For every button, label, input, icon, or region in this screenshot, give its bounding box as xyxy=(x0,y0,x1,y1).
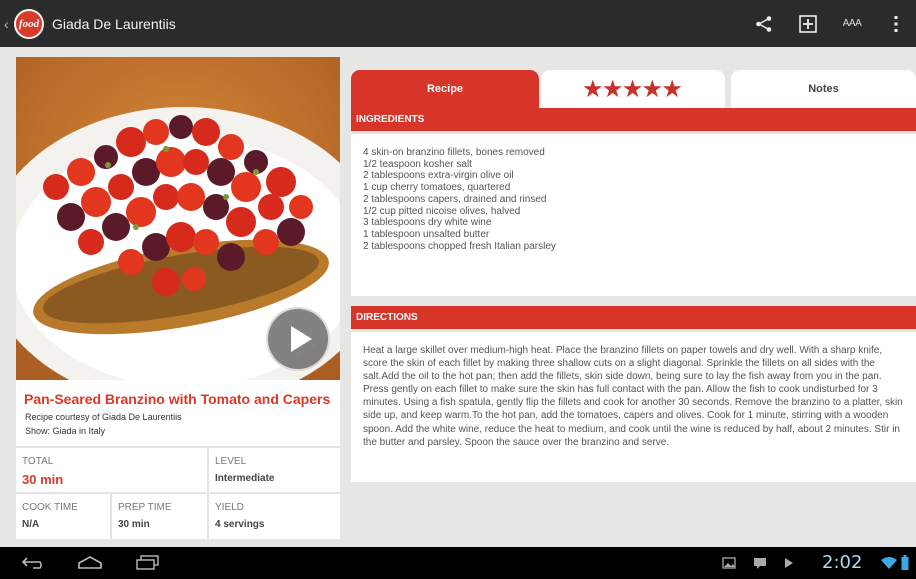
level-value: Intermediate xyxy=(215,473,275,484)
ingredient-item: 1/2 teaspoon kosher salt xyxy=(363,158,472,170)
play-video-button[interactable] xyxy=(266,307,330,371)
yield-value: 4 servings xyxy=(215,519,265,530)
share-icon[interactable] xyxy=(744,0,784,47)
ingredient-item: 1 tablespoon unsalted butter xyxy=(363,228,490,240)
cook-time-label: COOK TIME xyxy=(22,502,78,513)
logo-text: food xyxy=(18,17,40,30)
total-time-cell: TOTAL 30 min xyxy=(16,448,207,492)
yield-label: YIELD xyxy=(215,502,244,513)
usb-debug-icon xyxy=(781,555,797,571)
ingredient-item: 3 tablespoons dry white wine xyxy=(363,217,492,229)
add-box-icon[interactable] xyxy=(788,0,828,47)
home-icon[interactable] xyxy=(70,551,110,575)
back-icon[interactable] xyxy=(14,551,54,575)
prep-time-value: 30 min xyxy=(118,519,150,530)
ingredient-item: 4 skin-on branzino fillets, bones remove… xyxy=(363,147,545,158)
recipe-tabs: Recipe ★★★★★ Notes xyxy=(351,70,916,108)
ingredient-item: 2 tablespoons chopped fresh Italian pars… xyxy=(363,240,556,252)
prep-time-label: PREP TIME xyxy=(118,502,172,513)
directions-header: DIRECTIONS xyxy=(351,306,916,329)
directions-panel: Heat a large skillet over medium-high he… xyxy=(351,332,916,482)
ingredients-header: INGREDIENTS xyxy=(351,108,916,131)
status-clock: 2:02 xyxy=(822,552,863,573)
level-cell: LEVEL Intermediate xyxy=(209,448,340,492)
cook-time-value: N/A xyxy=(22,519,40,530)
total-label: TOTAL xyxy=(22,456,54,467)
ingredient-item: 2 tablespoons capers, drained and rinsed xyxy=(363,193,547,205)
recipe-title: Pan-Seared Branzino with Tomato and Cape… xyxy=(24,391,331,407)
tab-rating[interactable]: ★★★★★ xyxy=(541,70,725,108)
play-icon xyxy=(290,326,312,352)
action-bar: ‹ food Giada De Laurentiis AAA xyxy=(0,0,916,47)
recipe-info-grid: TOTAL 30 min LEVEL Intermediate COOK TIM… xyxy=(16,446,340,539)
recipe-show[interactable]: Show: Giada in Italy xyxy=(25,426,105,436)
directions-text: Heat a large skillet over medium-high he… xyxy=(363,345,903,448)
recipe-credit[interactable]: Recipe courtesy of Giada De Laurentiis xyxy=(25,412,182,422)
text-size-label: AAA xyxy=(842,18,862,29)
ingredients-list: 4 skin-on branzino fillets, bones remove… xyxy=(351,134,916,252)
action-bar-actions: AAA xyxy=(740,0,916,47)
ingredient-item: 2 tablespoons extra-virgin olive oil xyxy=(363,170,514,182)
ingredients-panel: 4 skin-on branzino fillets, bones remove… xyxy=(351,134,916,296)
up-caret-icon[interactable]: ‹ xyxy=(4,16,12,32)
battery-icon xyxy=(899,555,911,571)
system-bar xyxy=(0,547,916,579)
wifi-icon xyxy=(880,555,898,571)
recipe-summary-card: Pan-Seared Branzino with Tomato and Cape… xyxy=(16,57,340,539)
text-size-icon[interactable]: AAA xyxy=(832,0,872,47)
recipe-photo xyxy=(16,57,340,380)
food-network-logo[interactable]: food xyxy=(14,8,44,39)
message-icon xyxy=(752,555,768,571)
tab-notes[interactable]: Notes xyxy=(731,70,916,108)
ingredient-item: 1/2 cup pitted nicoise olives, halved xyxy=(363,205,521,217)
prep-time-cell: PREP TIME 30 min xyxy=(112,494,207,539)
cook-time-cell: COOK TIME N/A xyxy=(16,494,110,539)
overflow-menu-icon[interactable] xyxy=(876,0,916,47)
level-label: LEVEL xyxy=(215,456,247,467)
app-title: Giada De Laurentiis xyxy=(52,15,176,32)
recent-apps-icon[interactable] xyxy=(128,551,168,575)
total-value: 30 min xyxy=(22,472,64,487)
yield-cell: YIELD 4 servings xyxy=(209,494,340,539)
ingredient-item: 1 cup cherry tomatoes, quartered xyxy=(363,182,511,194)
screenshot-icon xyxy=(721,555,737,571)
tab-recipe[interactable]: Recipe xyxy=(351,70,539,108)
